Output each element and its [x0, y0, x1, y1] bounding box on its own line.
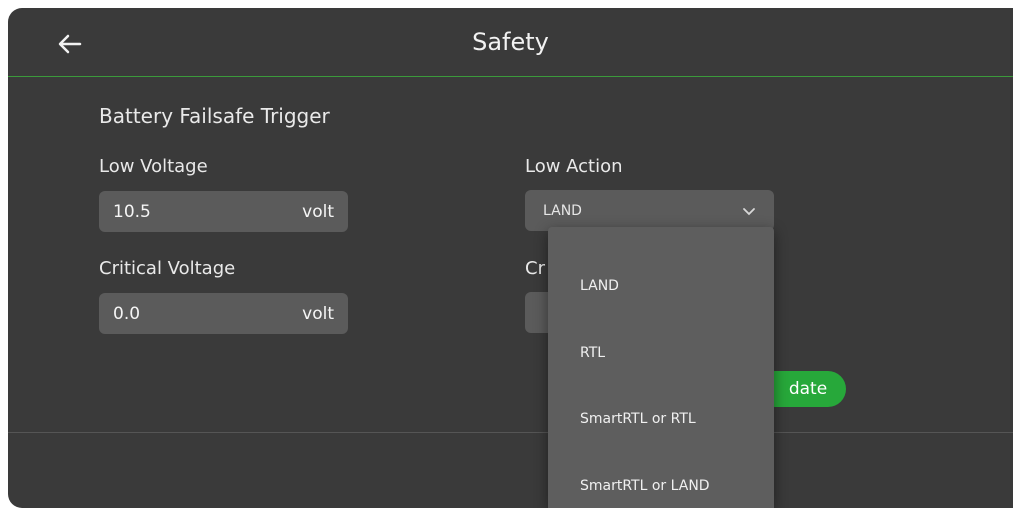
low-voltage-value: 10.5	[113, 201, 151, 222]
critical-action-label: Cr	[525, 258, 545, 279]
low-voltage-label: Low Voltage	[99, 156, 208, 177]
low-action-label: Low Action	[525, 156, 623, 177]
section-title: Battery Failsafe Trigger	[99, 104, 330, 128]
divider	[8, 432, 1013, 433]
dropdown-option-rtl[interactable]: RTL	[580, 345, 605, 361]
critical-voltage-label: Critical Voltage	[99, 258, 236, 279]
dropdown-option-smartrtl-or-rtl[interactable]: SmartRTL or RTL	[580, 411, 696, 427]
update-button-label: date	[788, 379, 828, 399]
critical-voltage-unit: volt	[302, 303, 334, 324]
dropdown-option-land[interactable]: LAND	[580, 278, 619, 294]
top-bar: Safety	[8, 8, 1013, 77]
critical-voltage-value: 0.0	[113, 303, 141, 324]
critical-voltage-input[interactable]: 0.0 volt	[99, 293, 348, 334]
page-title: Safety	[472, 28, 549, 56]
low-action-dropdown-menu: LAND RTL SmartRTL or RTL SmartRTL or LAN…	[548, 227, 774, 508]
low-voltage-unit: volt	[302, 201, 334, 222]
chevron-down-icon	[743, 207, 755, 215]
low-action-select[interactable]: LAND	[525, 190, 774, 231]
low-action-selected: LAND	[543, 202, 582, 219]
dropdown-option-smartrtl-or-land[interactable]: SmartRTL or LAND	[580, 478, 710, 494]
low-voltage-input[interactable]: 10.5 volt	[99, 191, 348, 232]
safety-screen: Safety Battery Failsafe Trigger Low Volt…	[8, 8, 1013, 508]
